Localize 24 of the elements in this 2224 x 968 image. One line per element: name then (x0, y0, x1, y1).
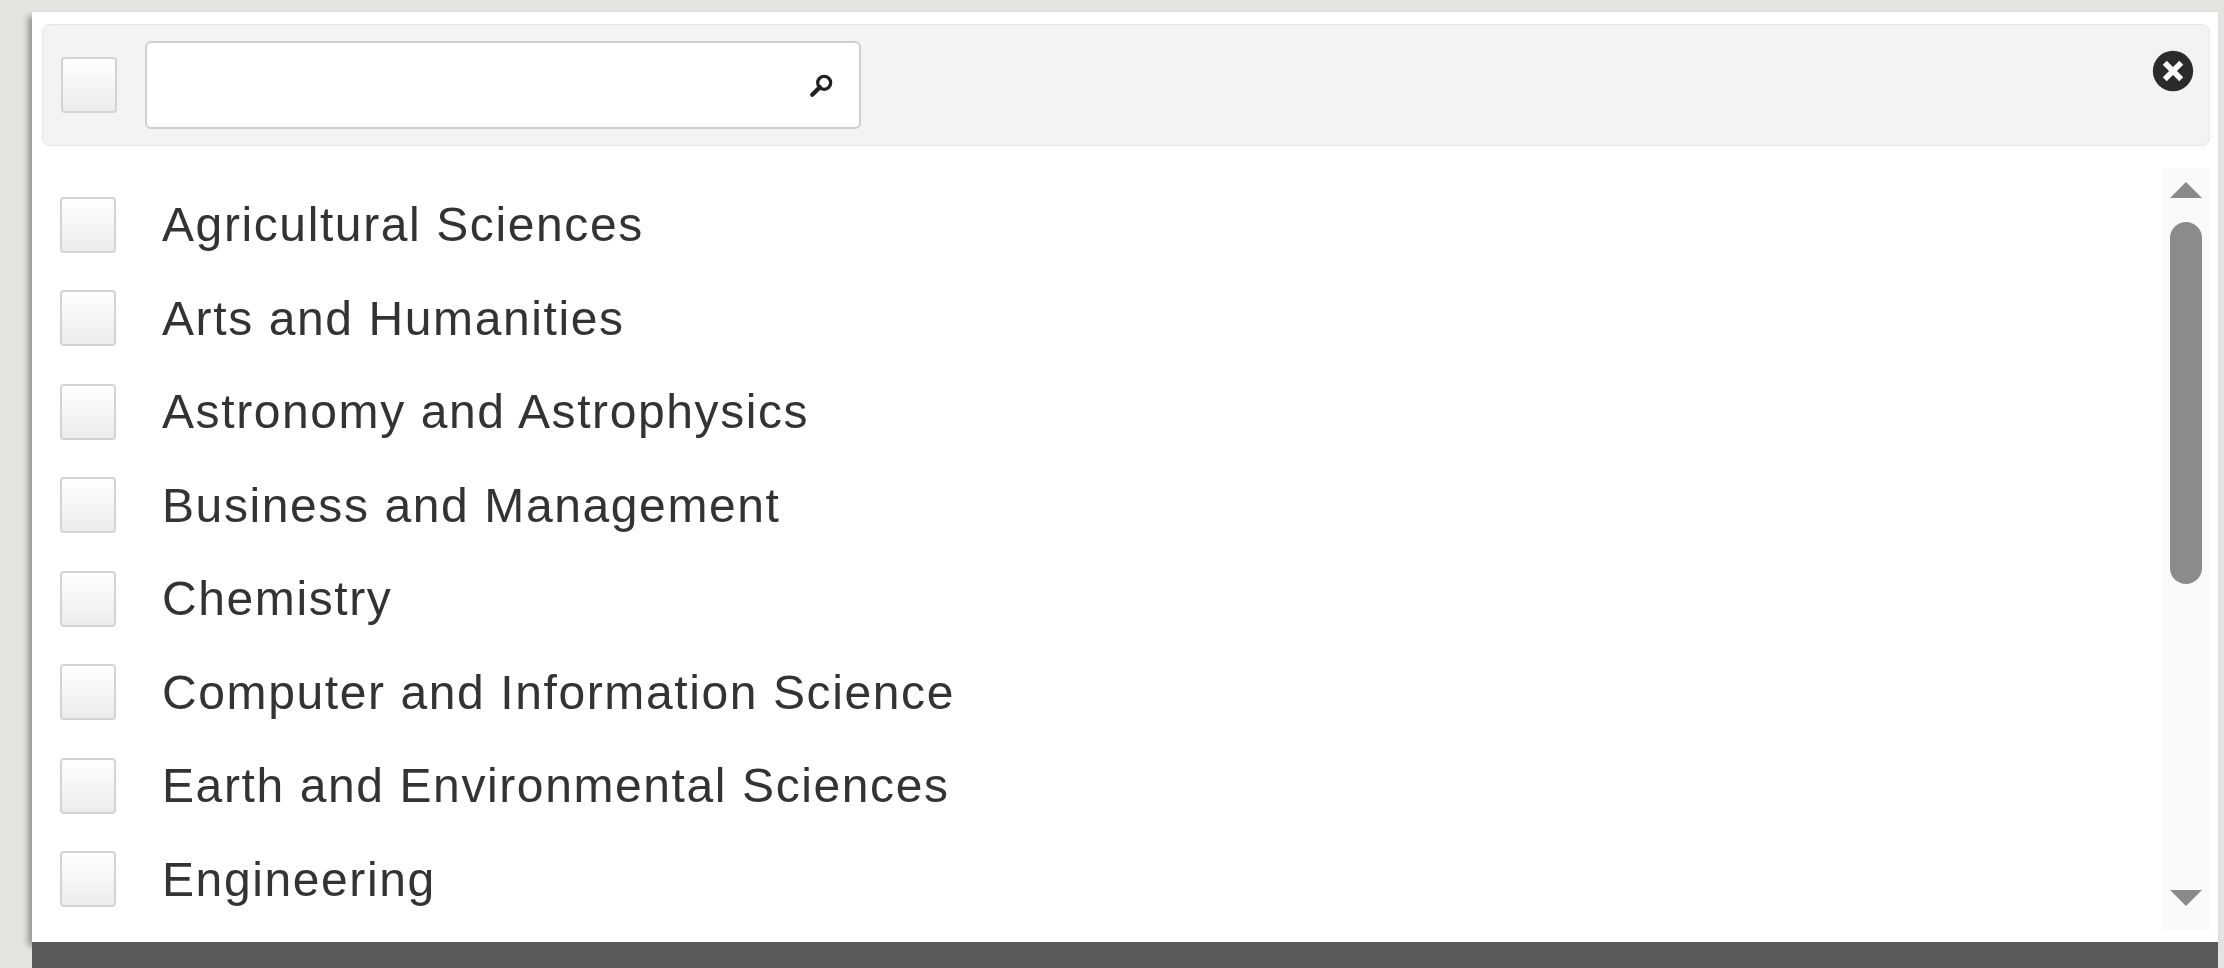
option-checkbox[interactable] (60, 383, 116, 440)
scrollbar[interactable] (2162, 168, 2210, 930)
close-icon[interactable] (2151, 49, 2195, 93)
option-label[interactable]: Computer and Information Science (162, 664, 955, 720)
option-label[interactable]: Astronomy and Astrophysics (162, 384, 810, 440)
option-label[interactable]: Chemistry (162, 571, 393, 627)
option-label[interactable]: Agricultural Sciences (162, 197, 644, 253)
option-checkbox[interactable] (60, 290, 116, 347)
search-icon (809, 72, 835, 98)
search-field[interactable] (145, 41, 861, 129)
option-checkbox[interactable] (60, 196, 116, 253)
option-checkbox[interactable] (60, 477, 116, 534)
option-checkbox[interactable] (60, 664, 116, 721)
option-label[interactable]: Engineering (162, 851, 436, 907)
option-checkbox[interactable] (60, 851, 116, 908)
option-label[interactable]: Earth and Environmental Sciences (162, 758, 950, 814)
option-checkbox[interactable] (60, 757, 116, 814)
select-all-checkbox[interactable] (61, 57, 117, 113)
option-label[interactable]: Business and Management (162, 477, 781, 533)
option-label[interactable]: Arts and Humanities (162, 290, 625, 346)
scrollbar-thumb[interactable] (2170, 222, 2202, 584)
scroll-down-icon[interactable] (2169, 890, 2203, 906)
scroll-up-icon[interactable] (2169, 182, 2203, 198)
option-checkbox[interactable] (60, 570, 116, 627)
